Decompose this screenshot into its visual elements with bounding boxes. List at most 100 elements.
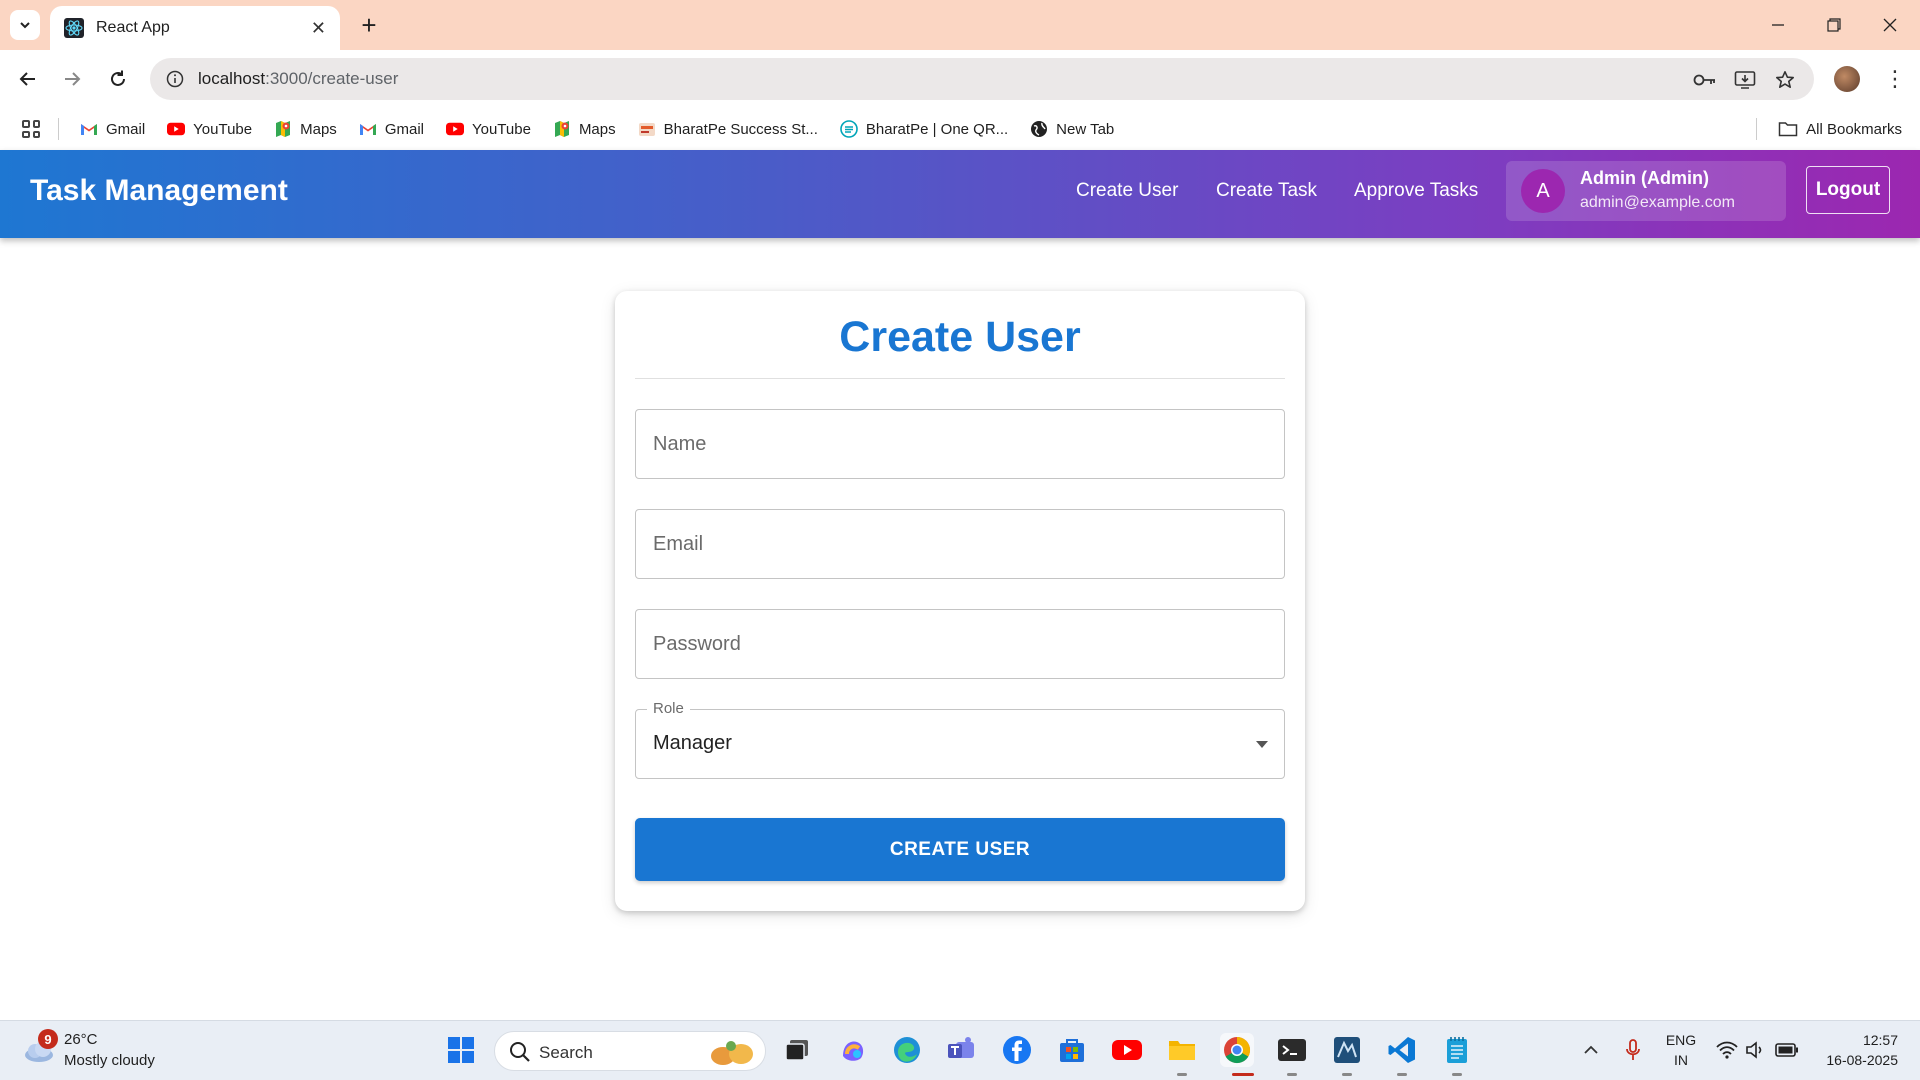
windows-start-icon[interactable] [444, 1033, 478, 1067]
chevron-down-icon [20, 22, 30, 29]
bookmark-youtube[interactable]: YouTube [167, 120, 252, 138]
chevron-up-icon[interactable] [1574, 1033, 1608, 1067]
terminal-icon[interactable] [1275, 1033, 1309, 1067]
install-app-icon[interactable] [1730, 65, 1760, 95]
notepad-icon[interactable] [1440, 1033, 1474, 1067]
tab-title: React App [96, 19, 170, 36]
url-host: localhost [198, 69, 266, 88]
bookmark-new-tab[interactable]: New Tab [1030, 120, 1114, 138]
forward-icon[interactable] [56, 63, 88, 95]
minimize-icon[interactable] [1750, 0, 1806, 50]
bookmark-label: Maps [578, 120, 616, 138]
password-input[interactable] [636, 610, 1284, 678]
more-menu-icon[interactable]: ⋮ [1880, 64, 1910, 94]
running-indicator [1397, 1073, 1407, 1076]
bookmark-youtube[interactable]: YouTube [445, 120, 531, 138]
globe-icon [1030, 120, 1048, 138]
app-header: Task Management Create User Create Task … [0, 150, 1920, 238]
copilot-icon[interactable] [836, 1033, 870, 1067]
search-highlight-icon [711, 1041, 753, 1065]
name-field [635, 409, 1285, 479]
role-select[interactable]: Role Manager [635, 700, 1285, 779]
create-user-button[interactable]: CREATE USER [635, 818, 1285, 881]
url-text: localhost:3000/create-user [198, 69, 398, 89]
tab-search-button[interactable] [10, 10, 40, 40]
file-explorer-icon[interactable] [1165, 1033, 1199, 1067]
browser-toolbar: localhost:3000/create-user ⋮ [0, 50, 1920, 108]
password-field [635, 609, 1285, 679]
bookmark-label: Maps [300, 120, 337, 138]
bookmark-bharatpe-success-st[interactable]: BharatPe Success St... [638, 120, 818, 138]
gmail-icon [359, 120, 377, 138]
active-indicator [1232, 1073, 1254, 1076]
name-input[interactable] [636, 410, 1284, 478]
weather-temperature[interactable]: 26°C [64, 1031, 98, 1048]
url-path: :3000/create-user [265, 69, 399, 88]
reload-icon[interactable] [102, 63, 134, 95]
bookmark-label: YouTube [471, 120, 531, 138]
bookmarks-bar: Gmail YouTube Maps Gmail YouTube Maps BharatPe… [0, 108, 1920, 150]
role-label: Role [647, 700, 690, 717]
taskbar-search[interactable]: Search [494, 1031, 766, 1071]
os-taskbar: 9 26°C Mostly cloudy Search ENG IN 12:57… [0, 1020, 1920, 1080]
region-indicator[interactable]: IN [1662, 1052, 1700, 1068]
clock-date[interactable]: 16-08-2025 [1808, 1052, 1898, 1068]
weather-condition[interactable]: Mostly cloudy [64, 1052, 155, 1069]
all-bookmarks-label: All Bookmarks [1806, 120, 1902, 138]
close-icon[interactable]: ✕ [311, 18, 326, 39]
task-view-icon[interactable] [780, 1033, 814, 1067]
browser-tab[interactable]: React App ✕ [50, 6, 340, 50]
address-bar[interactable]: localhost:3000/create-user [150, 58, 1814, 100]
apps-grid-icon[interactable] [22, 120, 40, 138]
language-indicator[interactable]: ENG [1662, 1032, 1700, 1048]
microsoft-store-icon[interactable] [1055, 1033, 1089, 1067]
nav-approve-tasks[interactable]: Approve Tasks [1354, 180, 1478, 202]
volume-icon[interactable] [1738, 1033, 1772, 1067]
create-user-card: Create User Role Manager CREATE USER [615, 291, 1305, 911]
profile-avatar[interactable] [1834, 66, 1860, 92]
user-name: Admin (Admin) [1580, 168, 1709, 188]
email-input[interactable] [636, 510, 1284, 578]
bookmarks-divider [1756, 118, 1757, 140]
bookmark-label: YouTube [193, 120, 253, 138]
back-icon[interactable] [12, 63, 44, 95]
bookmark-gmail[interactable]: Gmail [359, 120, 424, 138]
close-window-icon[interactable] [1862, 0, 1918, 50]
running-indicator [1287, 1073, 1297, 1076]
battery-icon[interactable] [1770, 1033, 1804, 1067]
password-key-icon[interactable] [1690, 65, 1720, 95]
bookmark-star-icon[interactable] [1770, 65, 1800, 95]
logout-button[interactable]: Logout [1806, 166, 1890, 214]
chrome-icon[interactable] [1220, 1033, 1254, 1067]
folder-icon [1778, 122, 1798, 137]
teams-icon[interactable] [944, 1033, 978, 1067]
browser-tabstrip: React App ✕ + [0, 0, 1920, 50]
facebook-icon[interactable] [1000, 1033, 1034, 1067]
bharatpe-icon [638, 120, 656, 138]
vscode-icon[interactable] [1385, 1033, 1419, 1067]
bookmark-maps[interactable]: Maps [553, 120, 616, 138]
clock-time[interactable]: 12:57 [1818, 1032, 1898, 1048]
new-tab-button[interactable]: + [354, 10, 384, 40]
microphone-icon[interactable] [1616, 1033, 1650, 1067]
bookmark-maps[interactable]: Maps [274, 120, 337, 138]
youtube-icon [167, 120, 186, 138]
bookmark-gmail[interactable]: Gmail [80, 120, 145, 138]
site-info-icon[interactable] [164, 68, 186, 90]
app-title: Task Management [30, 174, 288, 207]
restore-icon[interactable] [1806, 0, 1862, 50]
nav-create-user[interactable]: Create User [1076, 180, 1178, 202]
youtube-icon [445, 120, 464, 138]
user-email: admin@example.com [1580, 194, 1735, 211]
bookmark-bharatpe-one-qr[interactable]: BharatPe | One QR... [840, 120, 1008, 138]
maps-icon [274, 120, 292, 138]
running-indicator [1177, 1073, 1187, 1076]
bookmark-label: Gmail [106, 120, 146, 138]
nav-create-task[interactable]: Create Task [1216, 180, 1317, 202]
edge-icon[interactable] [890, 1033, 924, 1067]
search-label: Search [539, 1043, 593, 1062]
youtube-app-icon[interactable] [1110, 1033, 1144, 1067]
all-bookmarks-button[interactable]: All Bookmarks [1778, 108, 1902, 150]
mysql-workbench-icon[interactable] [1330, 1033, 1364, 1067]
bookmark-list: Gmail YouTube Maps Gmail YouTube Maps BharatPe… [80, 108, 1136, 150]
